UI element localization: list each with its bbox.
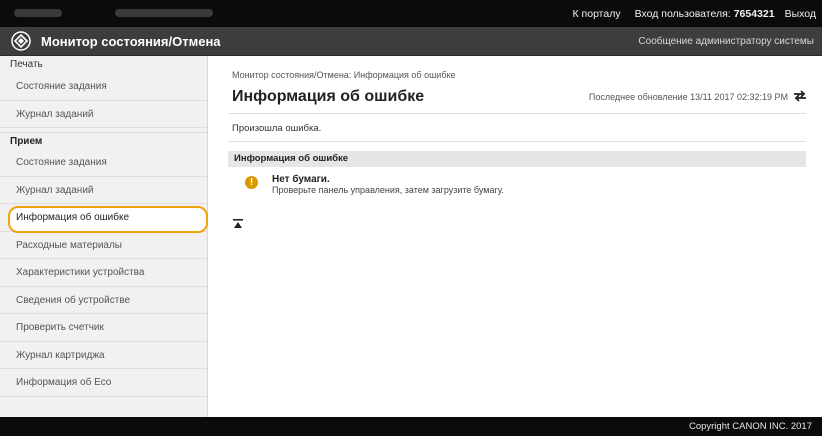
sidebar-item-device-features[interactable]: Характеристики устройства	[0, 259, 207, 287]
blurred-logo	[14, 9, 62, 17]
login-label: Вход пользователя:	[634, 7, 731, 20]
sidebar-section-receive: Прием	[0, 132, 207, 149]
admin-message-link[interactable]: Сообщение администратору системы	[638, 36, 814, 47]
user-id: 7654321	[733, 7, 775, 20]
error-description: Проверьте панель управления, затем загру…	[272, 185, 504, 195]
breadcrumb: Монитор состояния/Отмена: Информация об …	[232, 70, 456, 80]
sidebar-item-label: Расходные материалы	[16, 239, 122, 251]
warning-icon: !	[245, 176, 258, 189]
sidebar-item-cartridge-log[interactable]: Журнал картриджа	[0, 342, 207, 369]
divider	[228, 113, 806, 114]
page-title: Информация об ошибке	[232, 88, 425, 105]
last-update-text: Последнее обновление 13/11 2017 02:32:19…	[588, 92, 788, 102]
main-content: Монитор состояния/Отмена: Информация об …	[208, 56, 822, 417]
sidebar-item-label: Состояние задания	[16, 157, 107, 168]
canon-diamond-icon	[10, 30, 32, 52]
sidebar-item-label: Информация об ошибке	[16, 212, 130, 223]
sidebar-item-check-counter[interactable]: Проверить счетчик	[0, 314, 207, 342]
sidebar-item-label: Проверить счетчик	[16, 322, 104, 333]
title-bar: Монитор состояния/Отмена Сообщение админ…	[0, 27, 822, 56]
sidebar-item-error-info[interactable]: Информация об ошибке	[0, 204, 208, 233]
sidebar-item-label: Журнал заданий	[16, 184, 94, 196]
sidebar-item-device-info[interactable]: Сведения об устройстве	[0, 287, 207, 314]
error-title: Нет бумаги.	[272, 174, 330, 185]
sidebar-item-consumables[interactable]: Расходные материалы	[0, 232, 207, 259]
sidebar: Печать Состояние задания Журнал заданий …	[0, 56, 208, 417]
sidebar-item-label: Информация об Eco	[16, 377, 112, 388]
sidebar-item-label: Журнал заданий	[16, 108, 94, 120]
blurred-text	[115, 9, 213, 17]
footer: Copyright CANON INC. 2017	[0, 417, 822, 436]
sidebar-item-receive-job-status[interactable]: Состояние задания	[0, 149, 207, 177]
refresh-icon[interactable]	[792, 88, 808, 104]
sidebar-item-print-job-status[interactable]: Состояние задания	[0, 73, 207, 101]
sidebar-section-print: Печать	[10, 59, 43, 70]
sidebar-item-label: Сведения об устройстве	[16, 294, 131, 306]
sidebar-item-label: Состояние задания	[16, 81, 107, 92]
sidebar-item-print-job-log[interactable]: Журнал заданий	[0, 101, 207, 128]
divider	[228, 141, 806, 142]
page-top-icon[interactable]	[232, 216, 244, 228]
error-notice: Произошла ошибка.	[232, 123, 322, 134]
portal-link[interactable]: К порталу	[573, 8, 621, 20]
sidebar-item-eco-info[interactable]: Информация об Eco	[0, 369, 207, 397]
logged-in-user: Вход пользователя: 7654321	[635, 8, 775, 20]
error-info-header: Информация об ошибке	[228, 151, 806, 167]
logout-link[interactable]: Выход	[785, 8, 816, 20]
sidebar-item-receive-job-log[interactable]: Журнал заданий	[0, 177, 207, 204]
app-title: Монитор состояния/Отмена	[41, 33, 221, 49]
sidebar-item-label: Журнал картриджа	[16, 349, 105, 361]
sidebar-item-label: Характеристики устройства	[16, 267, 145, 278]
top-bar: К порталу Вход пользователя: 7654321 Выхо…	[0, 0, 822, 27]
